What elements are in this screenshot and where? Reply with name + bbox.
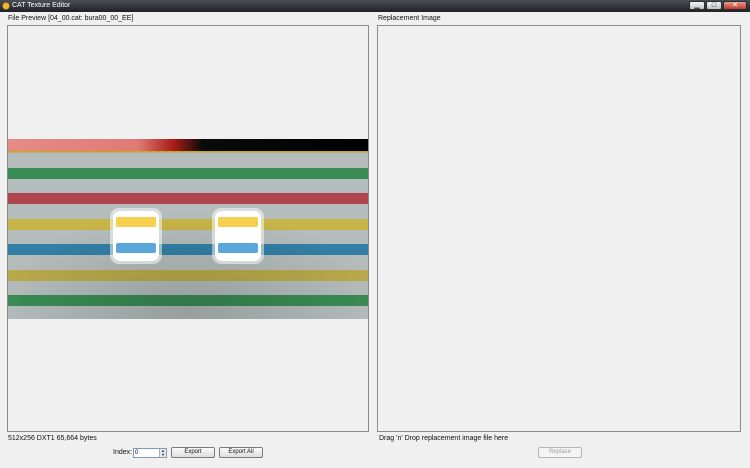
title-bar[interactable]: CAT Texture Editor ▁ □ ✕ bbox=[0, 0, 750, 12]
file-preview-label: File Preview [04_00.cat: bura00_00_EE] bbox=[8, 15, 134, 22]
app-icon bbox=[2, 2, 10, 10]
index-stepper[interactable]: ▲ ▼ bbox=[133, 448, 167, 458]
export-all-button[interactable]: Export All bbox=[219, 447, 263, 458]
index-stepper-arrows: ▲ ▼ bbox=[159, 449, 166, 457]
window-title: CAT Texture Editor bbox=[12, 2, 71, 9]
replacement-image-label: Replacement Image bbox=[378, 15, 441, 22]
texture-info-text: 512x256 DXT1 65,664 bytes bbox=[8, 435, 97, 442]
index-input[interactable] bbox=[135, 449, 159, 457]
window-controls: ▁ □ ✕ bbox=[689, 1, 747, 11]
export-button[interactable]: Export bbox=[171, 447, 215, 458]
drop-hint-text: Drag 'n' Drop replacement image file her… bbox=[379, 435, 509, 442]
index-label: Index: bbox=[113, 449, 133, 456]
replacement-image-dropzone[interactable] bbox=[377, 25, 741, 432]
replace-button[interactable]: Replace bbox=[538, 447, 582, 458]
minimize-button[interactable]: ▁ bbox=[689, 1, 705, 10]
stepper-down-icon[interactable]: ▼ bbox=[159, 453, 166, 457]
texture-preview-image bbox=[8, 139, 368, 319]
close-button[interactable]: ✕ bbox=[723, 1, 747, 10]
texture-icon-right bbox=[212, 208, 264, 264]
texture-icon-left bbox=[110, 208, 162, 264]
maximize-button[interactable]: □ bbox=[706, 1, 722, 10]
file-preview-panel bbox=[7, 25, 369, 432]
